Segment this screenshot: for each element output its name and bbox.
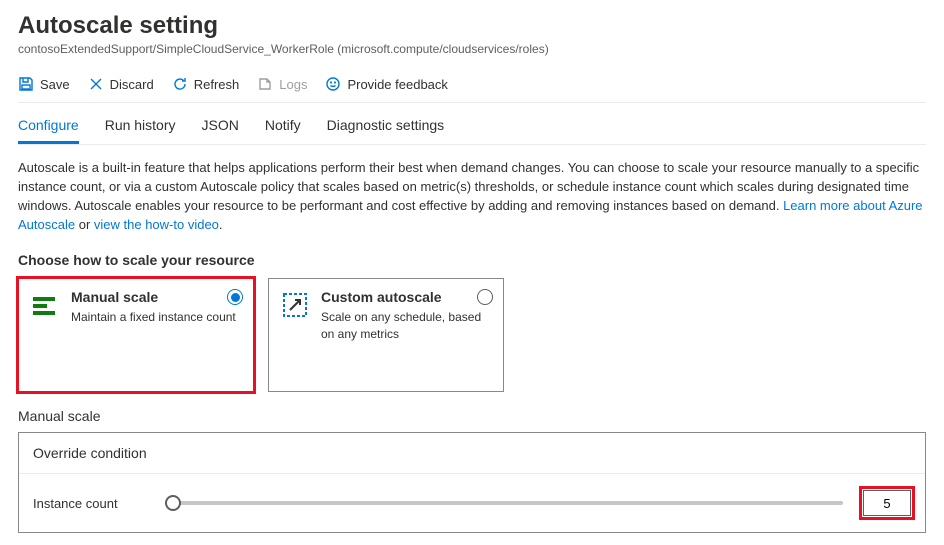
discard-button[interactable]: Discard (88, 76, 154, 92)
slider-track (173, 501, 843, 505)
tab-diagnostic[interactable]: Diagnostic settings (327, 107, 445, 144)
instance-count-slider[interactable] (173, 493, 843, 513)
toolbar: Save Discard Refresh Logs Provide feedba… (18, 70, 926, 103)
logs-button: Logs (257, 76, 307, 92)
description-text: Autoscale is a built-in feature that hel… (18, 159, 926, 234)
tabs: Configure Run history JSON Notify Diagno… (18, 107, 926, 145)
save-icon (18, 76, 34, 92)
refresh-button[interactable]: Refresh (172, 76, 240, 92)
refresh-label: Refresh (194, 77, 240, 92)
manual-scale-icon (31, 289, 61, 325)
manual-scale-section-label: Manual scale (18, 408, 926, 424)
close-icon (88, 76, 104, 92)
instance-count-row: Instance count (19, 474, 925, 532)
card-custom-title: Custom autoscale (321, 289, 491, 305)
tab-run-history[interactable]: Run history (105, 107, 176, 144)
refresh-icon (172, 76, 188, 92)
logs-icon (257, 76, 273, 92)
card-manual-sub: Maintain a fixed instance count (71, 309, 236, 325)
override-condition-header: Override condition (19, 433, 925, 474)
card-custom-sub: Scale on any schedule, based on any metr… (321, 309, 491, 341)
breadcrumb: contosoExtendedSupport/SimpleCloudServic… (18, 42, 926, 56)
choose-heading: Choose how to scale your resource (18, 252, 926, 268)
scale-mode-cards: Manual scale Maintain a fixed instance c… (18, 278, 926, 392)
custom-autoscale-icon (281, 289, 311, 341)
save-button[interactable]: Save (18, 76, 70, 92)
description-period: . (219, 217, 223, 232)
save-label: Save (40, 77, 70, 92)
tab-notify[interactable]: Notify (265, 107, 301, 144)
tab-configure[interactable]: Configure (18, 107, 79, 144)
smiley-icon (325, 76, 341, 92)
tab-json[interactable]: JSON (202, 107, 239, 144)
override-condition-panel: Override condition Instance count (18, 432, 926, 533)
card-manual-scale[interactable]: Manual scale Maintain a fixed instance c… (18, 278, 254, 392)
logs-label: Logs (279, 77, 307, 92)
slider-thumb[interactable] (165, 495, 181, 511)
discard-label: Discard (110, 77, 154, 92)
instance-count-input[interactable] (863, 490, 911, 516)
card-manual-title: Manual scale (71, 289, 236, 305)
card-custom-autoscale[interactable]: Custom autoscale Scale on any schedule, … (268, 278, 504, 392)
howto-video-link[interactable]: view the how-to video (94, 217, 219, 232)
instance-count-label: Instance count (33, 496, 153, 511)
page-title: Autoscale setting (18, 12, 926, 40)
feedback-label: Provide feedback (347, 77, 447, 92)
description-or: or (79, 217, 94, 232)
feedback-button[interactable]: Provide feedback (325, 76, 447, 92)
